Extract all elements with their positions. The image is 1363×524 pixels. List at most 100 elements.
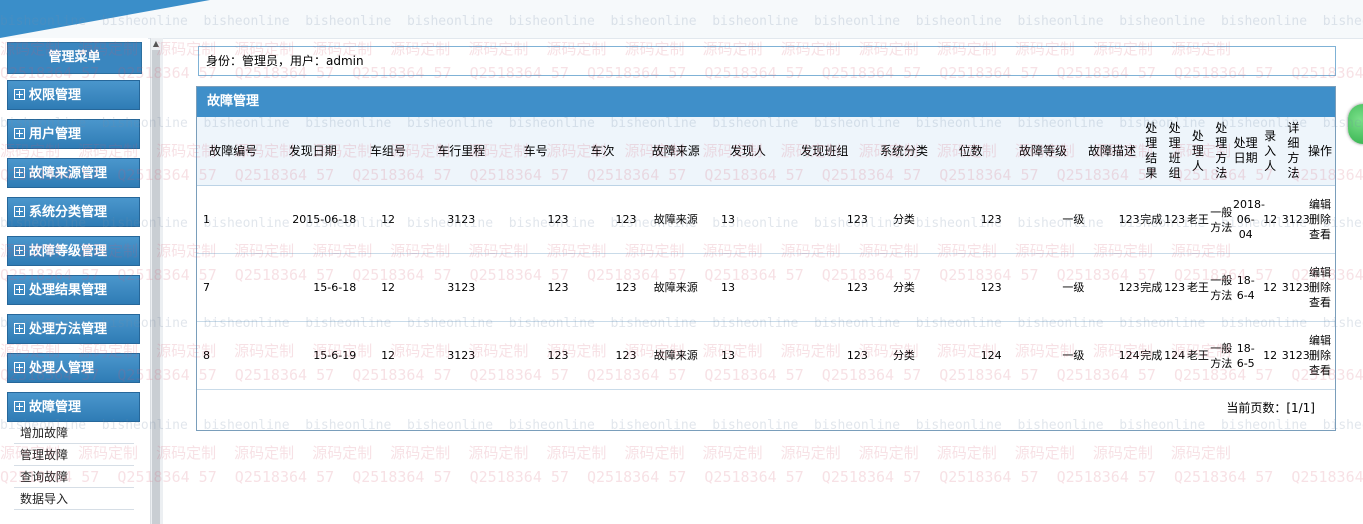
cell-id: 7 [197, 253, 270, 322]
cell-pos: 123 [940, 253, 1002, 322]
edit-link[interactable]: 编辑 [1305, 333, 1335, 348]
expand-icon [14, 323, 25, 334]
cell-train: 123 [568, 185, 637, 254]
expand-icon [14, 167, 25, 178]
cell-method: 一般方法 [1209, 185, 1233, 254]
header-accent [0, 0, 210, 38]
cell-result: 完成 [1139, 321, 1163, 390]
view-link[interactable]: 查看 [1305, 227, 1335, 242]
cell-detail: 3123 [1281, 253, 1310, 322]
edit-link[interactable]: 编辑 [1305, 265, 1335, 280]
sidebar-item-fault[interactable]: 故障管理 [7, 392, 140, 422]
submenu-manage-fault[interactable]: 管理故障 [14, 444, 134, 466]
cell-handler: 老王 [1186, 321, 1210, 390]
header-cell: 操作 [1305, 117, 1335, 186]
watermark-text: Q2518364 57 Q2518364 57 Q2518364 57 Q251… [0, 468, 1363, 486]
sidebar: 管理菜单 权限管理 用户管理 故障来源管理 系统分类管理 故障等级管理 处理结果… [0, 38, 148, 524]
delete-link[interactable]: 删除 [1305, 280, 1335, 295]
header-cell: 车号 [502, 117, 569, 186]
cell-train: 123 [568, 321, 637, 390]
table-header-row: 故障编号 发现日期 车组号 车行里程 车号 车次 故障来源 发现人 发现班组 系… [197, 117, 1335, 186]
header-cell: 详细方法 [1281, 117, 1306, 186]
submenu-add-fault[interactable]: 增加故障 [14, 422, 134, 444]
sidebar-item-label: 用户管理 [29, 127, 82, 142]
header-cell: 发现班组 [780, 117, 868, 186]
header-cell: 故障编号 [197, 117, 270, 186]
cell-group: 12 [356, 185, 420, 254]
cell-team: 123 [780, 321, 868, 390]
delete-link[interactable]: 删除 [1305, 348, 1335, 363]
cell-group: 12 [356, 321, 420, 390]
sidebar-item-users[interactable]: 用户管理 [7, 119, 140, 149]
top-header-bar [0, 0, 1363, 39]
cell-result: 完成 [1139, 185, 1163, 254]
expand-icon [14, 401, 25, 412]
header-cell: 发现人 [715, 117, 781, 186]
sidebar-item-label: 处理方法管理 [29, 322, 108, 337]
header-cell: 处理人 [1186, 117, 1210, 186]
cell-hdate: 2018-06-04 [1232, 185, 1265, 254]
header-cell: 处理方法 [1209, 117, 1233, 186]
cell-hdate: 18-6-4 [1232, 253, 1259, 322]
cell-rteam: 124 [1162, 321, 1187, 390]
sidebar-title: 管理菜单 [7, 42, 142, 74]
view-link[interactable]: 查看 [1305, 295, 1335, 310]
sidebar-item-permission[interactable]: 权限管理 [7, 80, 140, 110]
cell-car: 123 [502, 253, 569, 322]
cell-rteam: 123 [1162, 185, 1187, 254]
cell-team: 123 [780, 253, 868, 322]
expand-icon [14, 284, 25, 295]
edit-link[interactable]: 编辑 [1305, 197, 1335, 212]
cell-team: 123 [780, 185, 868, 254]
cell-sys: 分类 [867, 321, 941, 390]
header-cell: 车组号 [356, 117, 420, 186]
header-cell: 位数 [940, 117, 1002, 186]
cell-mileage: 3123 [419, 185, 503, 254]
sidebar-item-label: 故障来源管理 [29, 166, 108, 181]
chat-bubble-icon[interactable] [1348, 104, 1363, 144]
cell-rteam: 123 [1162, 253, 1187, 322]
sidebar-item-result[interactable]: 处理结果管理 [7, 275, 140, 305]
expand-icon [14, 245, 25, 256]
cell-sys: 分类 [867, 253, 941, 322]
view-link[interactable]: 查看 [1305, 363, 1335, 378]
pager: 当前页数：[1/1] [1226, 401, 1315, 415]
delete-link[interactable]: 删除 [1305, 212, 1335, 227]
fault-panel: 故障管理 故障编号 发现日期 车组号 车行里程 车号 车次 故障来源 发现人 发… [196, 86, 1336, 431]
cell-result: 完成 [1139, 253, 1163, 322]
cell-level: 一级 [1001, 253, 1085, 322]
sidebar-item-fault-source[interactable]: 故障来源管理 [7, 158, 140, 188]
cell-date: 2015-06-18 [269, 185, 357, 254]
cell-detail: 3123 [1281, 321, 1310, 390]
cell-method: 一般方法 [1209, 321, 1233, 390]
cell-mileage: 3123 [419, 321, 503, 390]
cell-date: 15-6-19 [269, 321, 357, 390]
cell-source: 故障来源 [636, 185, 715, 254]
watermark-text: 源码定制 源码定制 源码定制 源码定制 源码定制 源码定制 源码定制 源码定制 … [0, 444, 1249, 462]
cell-actions: 编辑 删除 查看 [1305, 321, 1335, 390]
sidebar-item-system-category[interactable]: 系统分类管理 [7, 197, 140, 227]
cell-actions: 编辑 删除 查看 [1305, 185, 1335, 254]
scroll-up-arrow-icon[interactable]: ▲ [150, 38, 162, 50]
scrollbar-thumb[interactable] [152, 50, 160, 524]
expand-icon [14, 362, 25, 373]
cell-level: 一级 [1001, 185, 1085, 254]
cell-source: 故障来源 [636, 321, 715, 390]
sidebar-item-label: 权限管理 [29, 88, 82, 103]
expand-icon [14, 206, 25, 217]
header-cell: 处理结果 [1139, 117, 1163, 186]
header-cell: 故障来源 [636, 117, 715, 186]
sidebar-item-handler[interactable]: 处理人管理 [7, 353, 140, 383]
submenu-query-fault[interactable]: 查询故障 [14, 466, 134, 488]
table-row: 1 2015-06-18 12 3123 123 123 故障来源 13 123 分类 123 一级 1… [197, 185, 1335, 254]
cell-car: 123 [502, 185, 569, 254]
cell-pos: 123 [940, 185, 1002, 254]
submenu-import-data[interactable]: 数据导入 [14, 488, 134, 510]
cell-actions: 编辑 删除 查看 [1305, 253, 1335, 322]
cell-sys: 分类 [867, 185, 941, 254]
sidebar-item-method[interactable]: 处理方法管理 [7, 314, 140, 344]
header-cell: 车行里程 [419, 117, 503, 186]
cell-group: 12 [356, 253, 420, 322]
sidebar-item-fault-level[interactable]: 故障等级管理 [7, 236, 140, 266]
header-cell: 故障描述 [1084, 117, 1140, 186]
